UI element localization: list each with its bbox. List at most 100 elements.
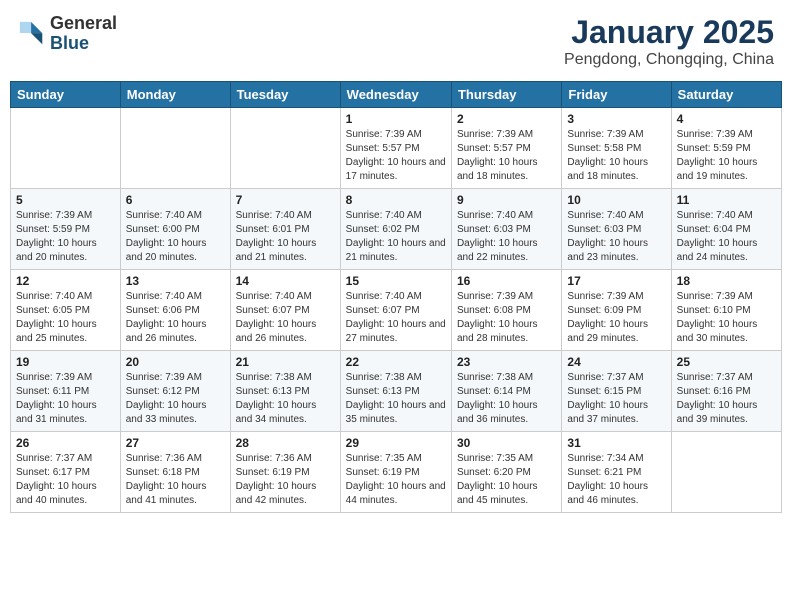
page-header: General Blue January 2025 Pengdong, Chon…	[10, 10, 782, 73]
calendar-cell: 21 Sunrise: 7:38 AM Sunset: 6:13 PM Dayli…	[230, 351, 340, 432]
day-number: 2	[457, 112, 556, 126]
calendar-cell: 8 Sunrise: 7:40 AM Sunset: 6:02 PM Daylig…	[340, 189, 451, 270]
calendar-cell: 3 Sunrise: 7:39 AM Sunset: 5:58 PM Daylig…	[562, 108, 671, 189]
day-info: Sunrise: 7:38 AM Sunset: 6:13 PM Dayligh…	[346, 371, 446, 427]
calendar-cell: 11 Sunrise: 7:40 AM Sunset: 6:04 PM Dayli…	[671, 189, 781, 270]
logo-general-text: General	[50, 13, 117, 33]
calendar-cell: 19 Sunrise: 7:39 AM Sunset: 6:11 PM Dayli…	[11, 351, 121, 432]
day-number: 22	[346, 355, 446, 369]
calendar-cell: 10Sunrise: 7:40 AM Sunset: 6:03 PM Dayli…	[562, 189, 671, 270]
day-info: Sunrise: 7:38 AM Sunset: 6:14 PM Dayligh…	[457, 371, 556, 427]
week-row-1: 1 Sunrise: 7:39 AM Sunset: 5:57 PM Daylig…	[11, 108, 782, 189]
day-number: 20	[126, 355, 225, 369]
day-info: Sunrise: 7:37 AM Sunset: 6:17 PM Dayligh…	[16, 452, 115, 508]
calendar-cell: 31Sunrise: 7:34 AM Sunset: 6:21 PM Dayli…	[562, 432, 671, 513]
day-info: Sunrise: 7:35 AM Sunset: 6:19 PM Dayligh…	[346, 452, 446, 508]
day-info: Sunrise: 7:39 AM Sunset: 5:59 PM Dayligh…	[16, 209, 115, 265]
calendar-cell: 15 Sunrise: 7:40 AM Sunset: 6:07 PM Dayli…	[340, 270, 451, 351]
day-info: Sunrise: 7:40 AM Sunset: 6:07 PM Dayligh…	[346, 290, 446, 346]
day-info: Sunrise: 7:40 AM Sunset: 6:02 PM Dayligh…	[346, 209, 446, 265]
calendar-cell: 28 Sunrise: 7:36 AM Sunset: 6:19 PM Dayli…	[230, 432, 340, 513]
day-info: Sunrise: 7:39 AM Sunset: 5:57 PM Dayligh…	[457, 128, 556, 184]
day-number: 17	[567, 274, 665, 288]
calendar-cell: 23Sunrise: 7:38 AM Sunset: 6:14 PM Dayli…	[451, 351, 561, 432]
calendar-cell: 16 Sunrise: 7:39 AM Sunset: 6:08 PM Dayli…	[451, 270, 561, 351]
day-number: 5	[16, 193, 115, 207]
weekday-header-thursday: Thursday	[451, 82, 561, 108]
calendar-cell: 25 Sunrise: 7:37 AM Sunset: 6:16 PM Dayli…	[671, 351, 781, 432]
title-block: January 2025 Pengdong, Chongqing, China	[564, 14, 774, 69]
weekday-header-saturday: Saturday	[671, 82, 781, 108]
day-info: Sunrise: 7:37 AM Sunset: 6:16 PM Dayligh…	[677, 371, 776, 427]
day-info: Sunrise: 7:40 AM Sunset: 6:06 PM Dayligh…	[126, 290, 225, 346]
calendar-cell: 9Sunrise: 7:40 AM Sunset: 6:03 PM Daylig…	[451, 189, 561, 270]
day-info: Sunrise: 7:39 AM Sunset: 6:09 PM Dayligh…	[567, 290, 665, 346]
calendar-cell: 24 Sunrise: 7:37 AM Sunset: 6:15 PM Dayli…	[562, 351, 671, 432]
day-number: 13	[126, 274, 225, 288]
day-info: Sunrise: 7:40 AM Sunset: 6:04 PM Dayligh…	[677, 209, 776, 265]
weekday-header-sunday: Sunday	[11, 82, 121, 108]
weekday-header-wednesday: Wednesday	[340, 82, 451, 108]
logo: General Blue	[18, 14, 117, 54]
day-info: Sunrise: 7:40 AM Sunset: 6:03 PM Dayligh…	[457, 209, 556, 265]
week-row-4: 19 Sunrise: 7:39 AM Sunset: 6:11 PM Dayli…	[11, 351, 782, 432]
calendar-cell: 20 Sunrise: 7:39 AM Sunset: 6:12 PM Dayli…	[120, 351, 230, 432]
day-info: Sunrise: 7:36 AM Sunset: 6:18 PM Dayligh…	[126, 452, 225, 508]
day-info: Sunrise: 7:39 AM Sunset: 6:12 PM Dayligh…	[126, 371, 225, 427]
calendar-cell	[120, 108, 230, 189]
day-info: Sunrise: 7:40 AM Sunset: 6:07 PM Dayligh…	[236, 290, 335, 346]
day-number: 25	[677, 355, 776, 369]
day-number: 3	[567, 112, 665, 126]
day-info: Sunrise: 7:35 AM Sunset: 6:20 PM Dayligh…	[457, 452, 556, 508]
day-info: Sunrise: 7:39 AM Sunset: 5:59 PM Dayligh…	[677, 128, 776, 184]
day-number: 19	[16, 355, 115, 369]
day-info: Sunrise: 7:38 AM Sunset: 6:13 PM Dayligh…	[236, 371, 335, 427]
logo-icon	[18, 20, 46, 48]
day-number: 1	[346, 112, 446, 126]
calendar-cell: 13 Sunrise: 7:40 AM Sunset: 6:06 PM Dayli…	[120, 270, 230, 351]
calendar-cell: 7Sunrise: 7:40 AM Sunset: 6:01 PM Daylig…	[230, 189, 340, 270]
day-number: 28	[236, 436, 335, 450]
day-info: Sunrise: 7:36 AM Sunset: 6:19 PM Dayligh…	[236, 452, 335, 508]
logo-blue-text: Blue	[50, 33, 89, 53]
calendar-cell: 27Sunrise: 7:36 AM Sunset: 6:18 PM Dayli…	[120, 432, 230, 513]
day-number: 30	[457, 436, 556, 450]
day-info: Sunrise: 7:37 AM Sunset: 6:15 PM Dayligh…	[567, 371, 665, 427]
calendar-cell	[230, 108, 340, 189]
calendar-cell	[11, 108, 121, 189]
day-number: 8	[346, 193, 446, 207]
calendar-cell: 26 Sunrise: 7:37 AM Sunset: 6:17 PM Dayli…	[11, 432, 121, 513]
calendar-cell: 29 Sunrise: 7:35 AM Sunset: 6:19 PM Dayli…	[340, 432, 451, 513]
calendar-cell	[671, 432, 781, 513]
calendar-cell: 6Sunrise: 7:40 AM Sunset: 6:00 PM Daylig…	[120, 189, 230, 270]
calendar-cell: 22 Sunrise: 7:38 AM Sunset: 6:13 PM Dayli…	[340, 351, 451, 432]
calendar-cell: 4Sunrise: 7:39 AM Sunset: 5:59 PM Daylig…	[671, 108, 781, 189]
week-row-2: 5 Sunrise: 7:39 AM Sunset: 5:59 PM Daylig…	[11, 189, 782, 270]
day-info: Sunrise: 7:39 AM Sunset: 5:57 PM Dayligh…	[346, 128, 446, 184]
day-number: 14	[236, 274, 335, 288]
calendar-cell: 18Sunrise: 7:39 AM Sunset: 6:10 PM Dayli…	[671, 270, 781, 351]
day-number: 31	[567, 436, 665, 450]
week-row-5: 26 Sunrise: 7:37 AM Sunset: 6:17 PM Dayli…	[11, 432, 782, 513]
calendar-cell: 14 Sunrise: 7:40 AM Sunset: 6:07 PM Dayli…	[230, 270, 340, 351]
day-number: 15	[346, 274, 446, 288]
day-number: 11	[677, 193, 776, 207]
weekday-header-friday: Friday	[562, 82, 671, 108]
day-number: 24	[567, 355, 665, 369]
day-number: 29	[346, 436, 446, 450]
day-info: Sunrise: 7:39 AM Sunset: 6:08 PM Dayligh…	[457, 290, 556, 346]
day-info: Sunrise: 7:39 AM Sunset: 6:11 PM Dayligh…	[16, 371, 115, 427]
calendar-cell: 5 Sunrise: 7:39 AM Sunset: 5:59 PM Daylig…	[11, 189, 121, 270]
day-info: Sunrise: 7:40 AM Sunset: 6:00 PM Dayligh…	[126, 209, 225, 265]
calendar-cell: 1 Sunrise: 7:39 AM Sunset: 5:57 PM Daylig…	[340, 108, 451, 189]
weekday-header-monday: Monday	[120, 82, 230, 108]
week-row-3: 12Sunrise: 7:40 AM Sunset: 6:05 PM Dayli…	[11, 270, 782, 351]
day-info: Sunrise: 7:39 AM Sunset: 5:58 PM Dayligh…	[567, 128, 665, 184]
day-number: 26	[16, 436, 115, 450]
day-number: 21	[236, 355, 335, 369]
calendar-cell: 12Sunrise: 7:40 AM Sunset: 6:05 PM Dayli…	[11, 270, 121, 351]
calendar-cell: 30 Sunrise: 7:35 AM Sunset: 6:20 PM Dayli…	[451, 432, 561, 513]
day-number: 16	[457, 274, 556, 288]
day-info: Sunrise: 7:39 AM Sunset: 6:10 PM Dayligh…	[677, 290, 776, 346]
location-title: Pengdong, Chongqing, China	[564, 51, 774, 69]
